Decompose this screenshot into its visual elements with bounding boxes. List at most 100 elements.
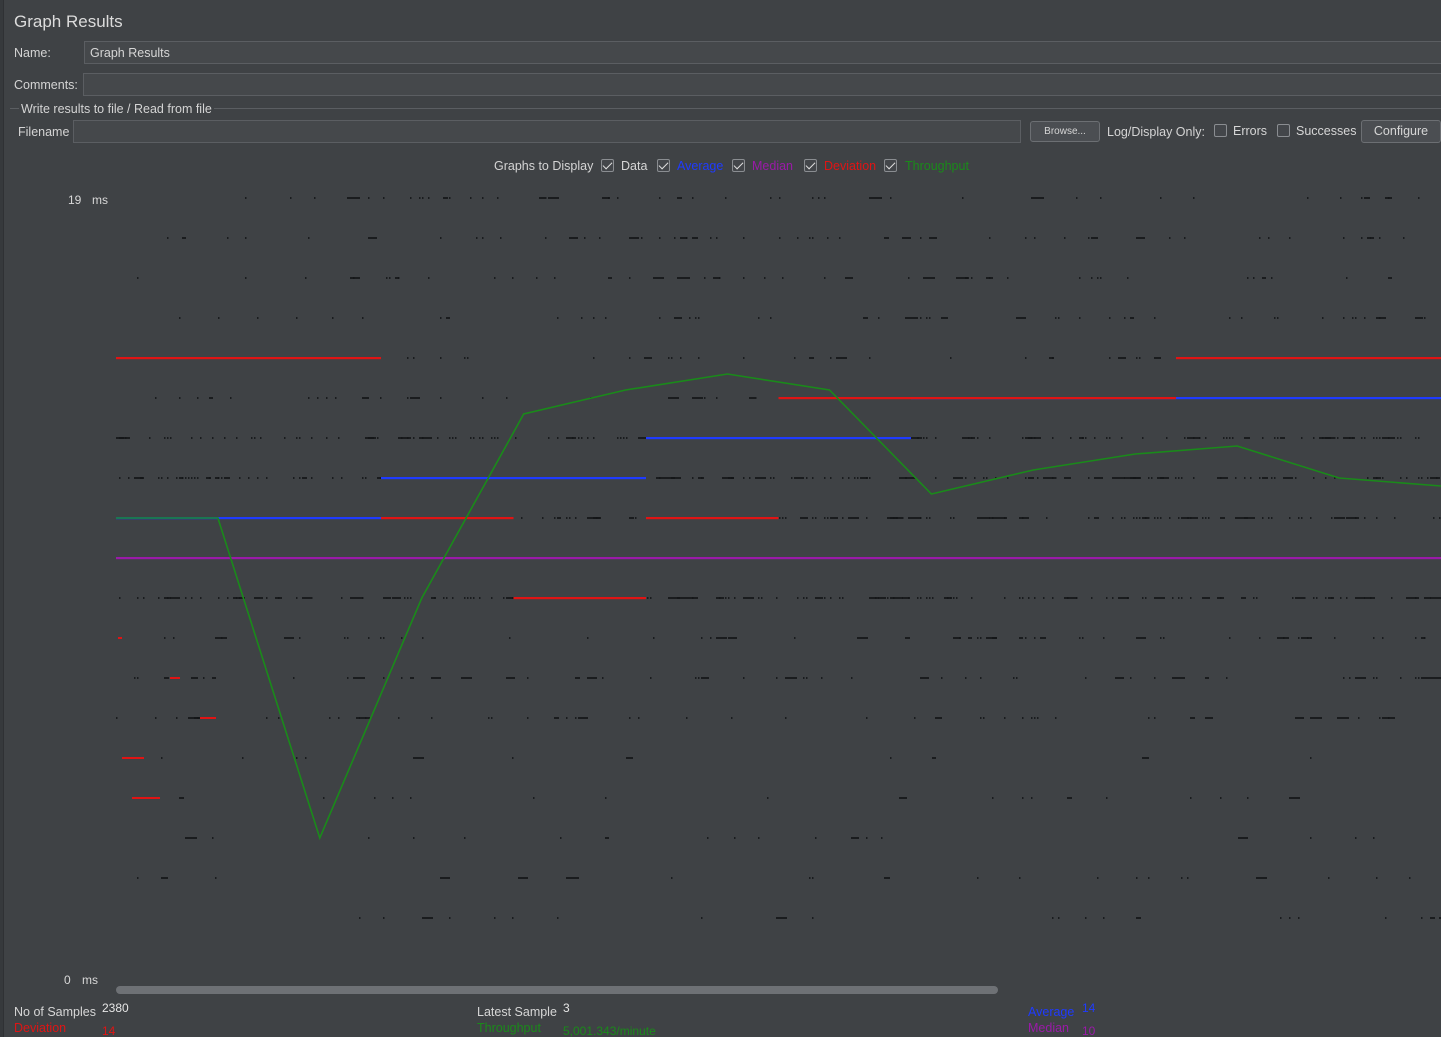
data-point [1349, 677, 1351, 679]
data-point [398, 437, 411, 439]
data-point [704, 277, 706, 279]
data-point [1082, 437, 1084, 439]
data-point [890, 197, 892, 199]
log-only-label: Log/Display Only: [1107, 125, 1205, 139]
deviation-series-checkbox[interactable] [804, 159, 817, 172]
data-point [920, 317, 922, 319]
data-point [1376, 677, 1378, 679]
data-point [1178, 477, 1180, 479]
data-point [1079, 277, 1081, 279]
average-series-checkbox[interactable] [657, 159, 670, 172]
data-point [1034, 637, 1036, 639]
data-point [1370, 597, 1372, 599]
data-point [1169, 517, 1171, 519]
data-point [185, 477, 187, 479]
deviation-segment [1043, 397, 1176, 400]
deviation-segment [911, 397, 1044, 400]
data-point [299, 437, 301, 439]
data-point [536, 277, 538, 279]
data-point [908, 517, 921, 519]
data-point [791, 477, 793, 479]
data-point [638, 437, 647, 439]
data-point [473, 437, 475, 439]
data-point [1388, 437, 1390, 439]
data-point [1256, 597, 1258, 599]
data-point [1334, 637, 1336, 639]
data-point [794, 477, 804, 479]
data-point [1343, 237, 1345, 239]
data-point [167, 597, 169, 599]
data-point [1388, 717, 1390, 719]
data-point [494, 437, 496, 439]
data-point [605, 797, 607, 799]
data-point [119, 437, 130, 439]
comments-field[interactable] [83, 73, 1441, 96]
data-point [1169, 237, 1171, 239]
data-point [422, 197, 424, 199]
data-point [1190, 517, 1192, 519]
data-point [980, 717, 982, 719]
data-series-checkbox[interactable] [601, 159, 614, 172]
data-point [749, 397, 755, 399]
data-point [869, 477, 871, 479]
deviation-segment [1176, 357, 1309, 360]
panel-title: Graph Results [14, 12, 123, 31]
data-point [857, 637, 868, 639]
data-point [296, 757, 298, 759]
data-point [674, 237, 676, 239]
data-point [1136, 917, 1141, 919]
successes-checkbox[interactable] [1277, 124, 1290, 137]
data-point [1355, 837, 1357, 839]
data-point [1118, 357, 1126, 359]
data-point [1247, 277, 1249, 279]
data-point [497, 197, 499, 199]
data-point [869, 597, 879, 599]
data-point [848, 477, 850, 479]
data-point [566, 877, 579, 879]
data-point [1157, 517, 1159, 519]
filename-field[interactable] [73, 120, 1021, 143]
horizontal-scrollbar[interactable] [116, 986, 998, 994]
data-point [770, 197, 772, 199]
data-point [239, 597, 241, 599]
data-point [1280, 437, 1285, 439]
data-point [719, 277, 721, 279]
name-field[interactable]: Graph Results [84, 41, 1441, 64]
data-point [653, 637, 655, 639]
data-point [1181, 597, 1183, 599]
data-point [548, 437, 550, 439]
data-point [929, 597, 931, 599]
data-point [284, 637, 294, 639]
data-point [176, 477, 178, 479]
errors-checkbox[interactable] [1214, 124, 1227, 137]
data-point [890, 757, 892, 759]
configure-button[interactable]: Configure [1361, 120, 1441, 143]
data-point [824, 597, 826, 599]
median-series-checkbox[interactable] [732, 159, 745, 172]
data-point [467, 357, 469, 359]
median-stat-value: 10 [1082, 1024, 1096, 1037]
data-point [674, 317, 682, 319]
data-point [557, 917, 559, 919]
browse-button[interactable]: Browse... [1030, 121, 1100, 142]
data-point [695, 317, 697, 319]
data-point [1373, 437, 1375, 439]
data-point [668, 397, 679, 399]
data-series-label: Data [621, 159, 648, 173]
data-point [659, 317, 661, 319]
data-point [641, 237, 643, 239]
throughput-series-checkbox[interactable] [884, 159, 897, 172]
data-point [1376, 877, 1378, 879]
median-segment [116, 557, 249, 560]
data-point [770, 317, 772, 319]
data-point [407, 597, 409, 599]
data-point [368, 437, 374, 439]
data-point [968, 437, 970, 439]
data-point [566, 717, 568, 719]
data-point [1376, 317, 1386, 319]
data-point [1346, 277, 1348, 279]
data-point [818, 197, 820, 199]
data-point [170, 437, 172, 439]
data-point [710, 637, 712, 639]
data-point [1136, 877, 1138, 879]
